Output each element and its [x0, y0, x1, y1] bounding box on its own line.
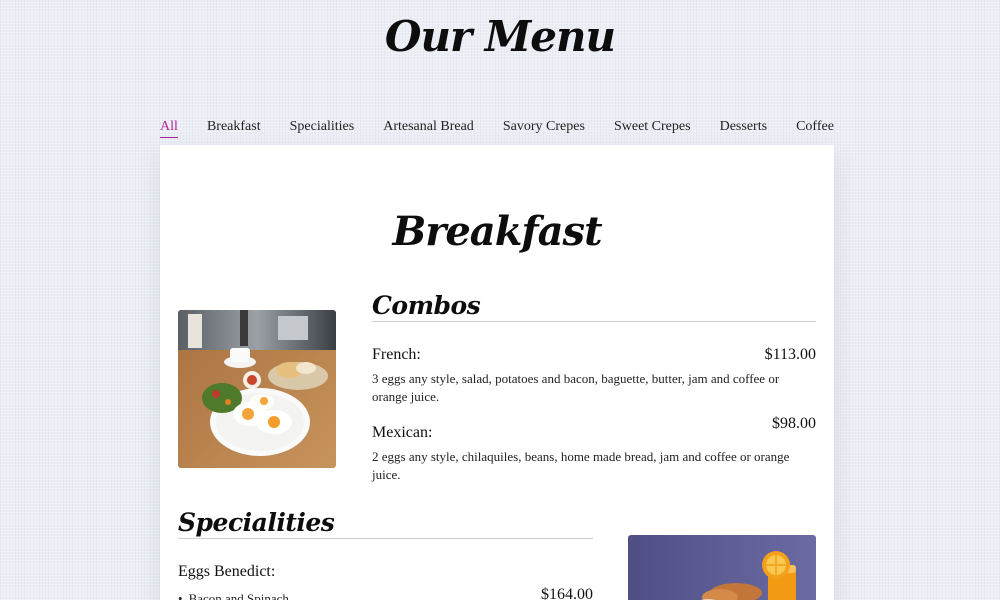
specialities-heading: Specialities: [178, 508, 593, 539]
section-title: Breakfast: [392, 208, 602, 255]
item-name-french: French:: [372, 346, 421, 363]
item-name-eggs-benedict: Eggs Benedict:: [178, 563, 276, 580]
item-desc-french: 3 eggs any style, salad, potatoes and ba…: [372, 371, 780, 404]
tab-breakfast[interactable]: Breakfast: [207, 119, 261, 138]
tab-savory-crepes[interactable]: Savory Crepes: [503, 119, 585, 138]
specialities-photo: [628, 535, 816, 600]
menu-card: Breakfast Combos French: $113.00 3 eggs …: [160, 145, 834, 600]
item-price-french: $113.00: [764, 346, 816, 363]
tab-artesanal-bread[interactable]: Artesanal Bread: [383, 119, 474, 138]
tab-desserts[interactable]: Desserts: [720, 119, 767, 138]
option-price-bacon-spinach: $164.00: [541, 586, 593, 600]
category-tabs: All Breakfast Specialities Artesanal Bre…: [160, 119, 834, 138]
page-title: Our Menu: [384, 12, 616, 61]
combos-heading: Combos: [372, 291, 816, 322]
tab-sweet-crepes[interactable]: Sweet Crepes: [614, 119, 691, 138]
item-name-mexican: Mexican:: [372, 424, 433, 441]
item-desc-mexican: 2 eggs any style, chilaquiles, beans, ho…: [372, 449, 790, 482]
tab-specialities[interactable]: Specialities: [290, 119, 355, 138]
item-price-mexican: $98.00: [772, 415, 816, 432]
breakfast-photo: [178, 310, 336, 468]
tab-coffee[interactable]: Coffee: [796, 119, 834, 138]
tab-all[interactable]: All: [160, 119, 178, 138]
option-bacon-spinach: Bacon and Spinach: [178, 591, 289, 600]
